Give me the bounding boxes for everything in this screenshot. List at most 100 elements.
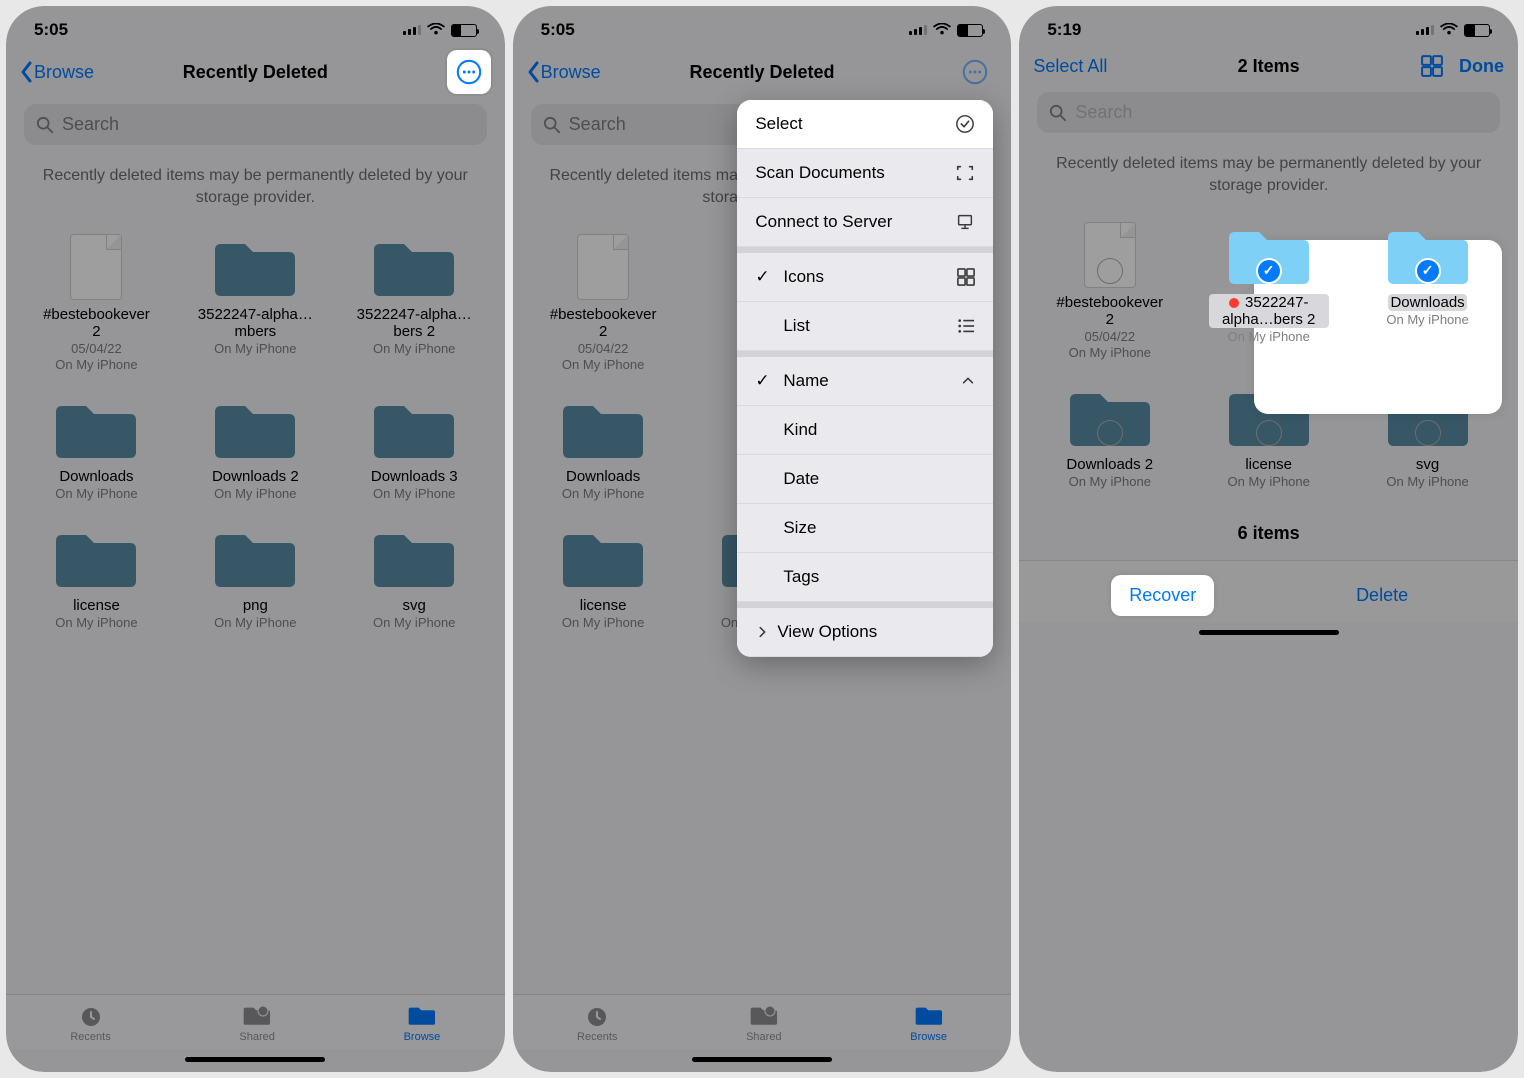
file-item[interactable]: Downloads 2On My iPhone — [179, 394, 332, 501]
file-item[interactable]: 3522247-alpha…bers 2On My iPhone — [338, 232, 491, 372]
chevron-left-icon — [20, 61, 34, 83]
menu-scan-documents[interactable]: Scan Documents — [737, 149, 993, 198]
nav-bar: Browse Recently Deleted — [6, 46, 505, 104]
back-button[interactable]: Browse — [527, 61, 601, 83]
menu-sort-name[interactable]: ✓Name — [737, 357, 993, 406]
shared-icon — [243, 1005, 271, 1029]
menu-view-options[interactable]: View Options — [737, 608, 993, 657]
tab-browse[interactable]: Browse — [910, 1005, 947, 1043]
search-icon — [1049, 104, 1067, 122]
check-circle-icon — [955, 114, 975, 134]
file-item[interactable]: DownloadsOn My iPhone — [20, 394, 173, 501]
screen-2: 5:05 Browse Recently Deleted Search Rece… — [513, 6, 1012, 1072]
clock-icon — [78, 1005, 104, 1029]
search-icon — [543, 116, 561, 134]
signal-icon — [909, 25, 927, 35]
status-time: 5:19 — [1047, 20, 1081, 40]
file-item[interactable]: DownloadsOn My iPhone — [1351, 220, 1504, 360]
home-indicator — [692, 1057, 832, 1062]
file-item[interactable]: 3522247-alpha…mbersOn My iPhone — [179, 232, 332, 372]
list-icon — [957, 317, 975, 335]
file-item[interactable]: DownloadsOn My iPhone — [527, 394, 680, 501]
clock-icon — [584, 1005, 610, 1029]
chevron-right-icon — [755, 625, 769, 639]
signal-icon — [403, 25, 421, 35]
file-item[interactable]: #bestebookever 205/04/22On My iPhone — [527, 232, 680, 372]
browse-icon — [408, 1005, 436, 1029]
chevron-up-icon — [961, 374, 975, 388]
search-placeholder: Search — [62, 114, 119, 135]
menu-sort-date[interactable]: Date — [737, 455, 993, 504]
screen-1: 5:05 Browse Recently Deleted Search Rece… — [6, 6, 505, 1072]
menu-connect-server[interactable]: Connect to Server — [737, 198, 993, 247]
file-grid: #bestebookever 205/04/22On My iPhone 352… — [1019, 198, 1518, 509]
file-item[interactable]: licenseOn My iPhone — [20, 523, 173, 630]
shared-icon — [750, 1005, 778, 1029]
delete-button[interactable]: Delete — [1338, 575, 1426, 616]
tab-recents[interactable]: Recents — [577, 1005, 617, 1043]
search-placeholder: Search — [1075, 102, 1132, 123]
wifi-icon — [427, 23, 445, 37]
more-button[interactable] — [447, 50, 491, 94]
battery-icon — [957, 24, 983, 37]
file-item[interactable]: #bestebookever 205/04/22On My iPhone — [1033, 220, 1186, 360]
tab-recents[interactable]: Recents — [70, 1005, 110, 1043]
search-placeholder: Search — [569, 114, 626, 135]
file-item[interactable]: Downloads 2On My iPhone — [1033, 382, 1186, 489]
done-button[interactable]: Done — [1459, 56, 1504, 77]
menu-sort-tags[interactable]: Tags — [737, 553, 993, 602]
wifi-icon — [933, 23, 951, 37]
home-indicator — [1199, 630, 1339, 635]
nav-bar: Browse Recently Deleted — [513, 46, 1012, 104]
signal-icon — [1416, 25, 1434, 35]
bottom-toolbar: Recover Delete — [1019, 560, 1518, 622]
more-button[interactable] — [953, 50, 997, 94]
search-field[interactable]: Search — [1037, 92, 1500, 133]
status-time: 5:05 — [541, 20, 575, 40]
back-label: Browse — [541, 62, 601, 83]
menu-view-list[interactable]: List — [737, 302, 993, 351]
battery-icon — [451, 24, 477, 37]
file-item[interactable]: svgOn My iPhone — [338, 523, 491, 630]
back-label: Browse — [34, 62, 94, 83]
file-item[interactable]: Downloads 3On My iPhone — [338, 394, 491, 501]
select-all-button[interactable]: Select All — [1033, 56, 1107, 77]
tab-shared[interactable]: Shared — [746, 1005, 781, 1043]
home-indicator — [185, 1057, 325, 1062]
menu-view-icons[interactable]: ✓Icons — [737, 253, 993, 302]
status-bar: 5:05 — [6, 6, 505, 46]
recover-button[interactable]: Recover — [1111, 575, 1214, 616]
file-item[interactable]: licenseOn My iPhone — [527, 523, 680, 630]
tab-shared[interactable]: Shared — [239, 1005, 274, 1043]
more-icon — [961, 58, 989, 86]
back-button[interactable]: Browse — [20, 61, 94, 83]
tab-bar: Recents Shared Browse — [6, 994, 505, 1049]
more-icon — [455, 58, 483, 86]
grid-icon — [957, 268, 975, 286]
file-grid: #bestebookever 205/04/22On My iPhone3522… — [6, 210, 505, 650]
tab-bar: Recents Shared Browse — [513, 994, 1012, 1049]
file-item[interactable]: #bestebookever 205/04/22On My iPhone — [20, 232, 173, 372]
status-bar: 5:05 — [513, 6, 1012, 46]
battery-icon — [1464, 24, 1490, 37]
browse-icon — [915, 1005, 943, 1029]
search-icon — [36, 116, 54, 134]
tab-browse[interactable]: Browse — [404, 1005, 441, 1043]
view-grid-button[interactable] — [1421, 55, 1443, 77]
server-icon — [955, 212, 975, 232]
search-field[interactable]: Search — [24, 104, 487, 145]
info-hint: Recently deleted items may be permanentl… — [1019, 141, 1518, 198]
file-item[interactable]: pngOn My iPhone — [179, 523, 332, 630]
screen-3: 5:19 Select All 2 Items Done Search Rece… — [1019, 6, 1518, 1072]
menu-sort-size[interactable]: Size — [737, 504, 993, 553]
status-bar: 5:19 — [1019, 6, 1518, 46]
scan-icon — [955, 163, 975, 183]
more-menu: Select Scan Documents Connect to Server … — [737, 100, 993, 657]
wifi-icon — [1440, 23, 1458, 37]
chevron-left-icon — [527, 61, 541, 83]
nav-bar: Select All 2 Items Done — [1019, 46, 1518, 92]
file-item[interactable]: 3522247-alpha…bers 2On My iPhone — [1192, 220, 1345, 360]
menu-sort-kind[interactable]: Kind — [737, 406, 993, 455]
menu-select[interactable]: Select — [737, 100, 993, 149]
item-count: 6 items — [1019, 509, 1518, 560]
